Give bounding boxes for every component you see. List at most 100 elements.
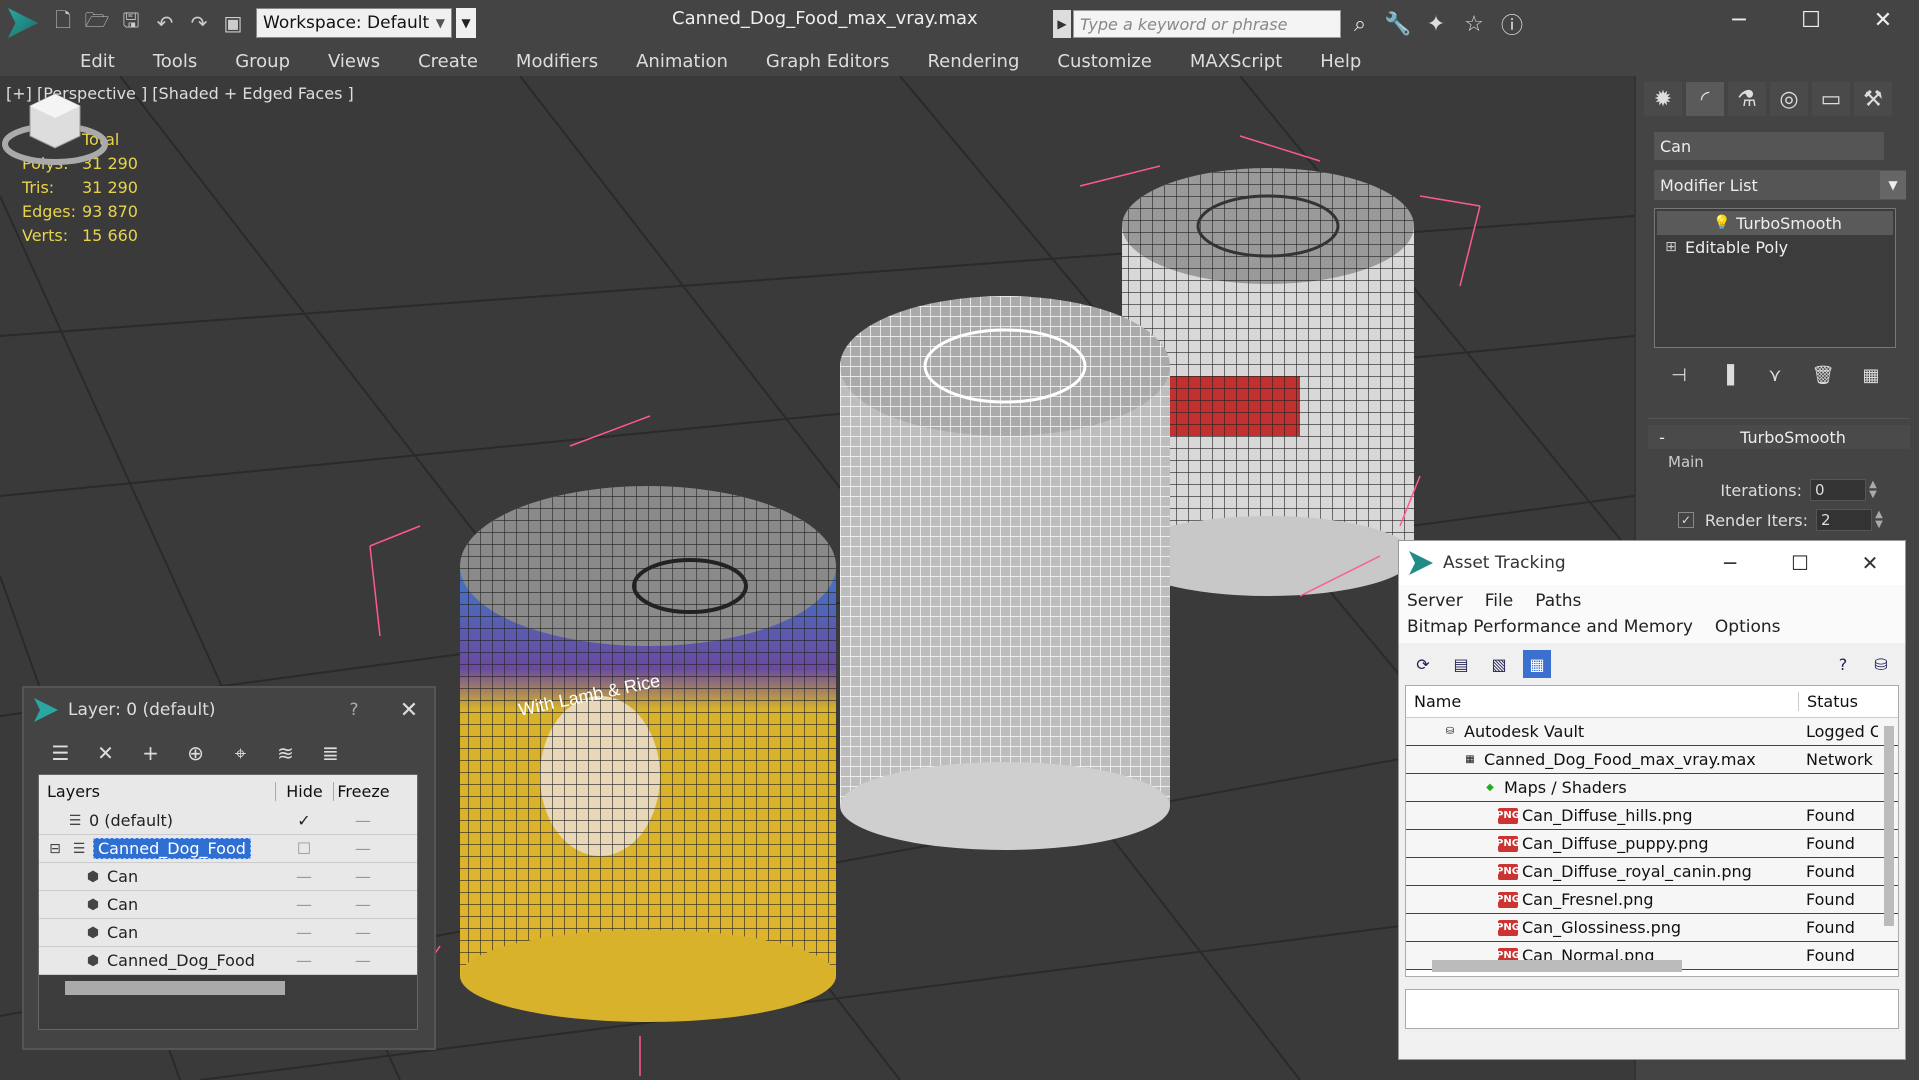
stack-item-editable-poly[interactable]: ⊞ Editable Poly	[1657, 235, 1893, 259]
layer-row[interactable]: ⬢ Can — —	[39, 919, 417, 947]
search-input[interactable]: Type a keyword or phrase	[1073, 10, 1341, 38]
freeze-toggle[interactable]: —	[333, 895, 393, 914]
open-file-icon[interactable]: 🗁	[80, 6, 114, 40]
lightbulb-icon[interactable]: 💡	[1708, 215, 1736, 231]
menu-views[interactable]: Views	[328, 51, 380, 72]
expand-plus-icon[interactable]: ⊞	[1657, 239, 1685, 255]
column-header-layers[interactable]: Layers	[39, 782, 275, 801]
menu-rendering[interactable]: Rendering	[927, 51, 1019, 72]
add-layer-icon[interactable]: +	[134, 738, 167, 768]
workspace-dropdown[interactable]: Workspace: Default ▼	[256, 8, 452, 38]
menu-create[interactable]: Create	[418, 51, 478, 72]
motion-tab-icon[interactable]: ◎	[1770, 82, 1808, 116]
menu-maxscript[interactable]: MAXScript	[1190, 51, 1282, 72]
expand-icon[interactable]: ⊟	[45, 841, 65, 857]
asset-row[interactable]: PNG Can_Glossiness.png Found	[1406, 914, 1898, 942]
layer-row[interactable]: ⊟ ☰ Canned_Dog_Food ☐ —	[39, 835, 417, 863]
stack-item-turbosmooth[interactable]: 💡 TurboSmooth	[1657, 211, 1893, 235]
list-view-icon[interactable]: ▤	[1447, 650, 1475, 678]
hierarchy-tab-icon[interactable]: ⚗	[1728, 82, 1766, 116]
new-file-icon[interactable]: 🗋	[46, 6, 80, 40]
vault-icon[interactable]: ⛁	[1867, 650, 1895, 678]
maximize-icon[interactable]: ☐	[1765, 551, 1835, 575]
help-icon[interactable]: ?	[1829, 650, 1857, 678]
layer-options-icon[interactable]: ≣	[314, 738, 347, 768]
minimize-icon[interactable]: ─	[1695, 551, 1765, 575]
make-unique-icon[interactable]: ⋎	[1756, 360, 1794, 390]
app-logo-icon[interactable]	[0, 0, 46, 46]
menu-graph-editors[interactable]: Graph Editors	[766, 51, 890, 72]
menu-group[interactable]: Group	[235, 51, 290, 72]
menu-edit[interactable]: Edit	[80, 51, 115, 72]
maximize-icon[interactable]: ☐	[1775, 0, 1847, 40]
menu-modifiers[interactable]: Modifiers	[516, 51, 598, 72]
save-icon[interactable]: 🖫	[114, 6, 148, 40]
close-icon[interactable]: ✕	[384, 698, 434, 723]
freeze-toggle[interactable]: —	[333, 839, 393, 858]
asset-row[interactable]: PNG Can_Diffuse_royal_canin.png Found	[1406, 858, 1898, 886]
search-expand-button[interactable]: ▶	[1053, 10, 1071, 38]
spinner-icon[interactable]: ▲ ▼	[1872, 510, 1886, 530]
spinner-icon[interactable]: ▲ ▼	[1866, 480, 1880, 500]
column-header-name[interactable]: Name	[1406, 692, 1798, 711]
undo-icon[interactable]: ↶	[148, 6, 182, 40]
column-header-freeze[interactable]: Freeze	[333, 781, 393, 801]
help-button[interactable]: ?	[324, 700, 384, 720]
menu-server[interactable]: Server	[1407, 591, 1463, 615]
menu-help[interactable]: Help	[1320, 51, 1361, 72]
close-icon[interactable]: ✕	[1847, 0, 1919, 40]
pin-stack-icon[interactable]: ⊣	[1660, 360, 1698, 390]
hide-toggle[interactable]: —	[275, 923, 333, 942]
horizontal-scrollbar[interactable]	[1432, 960, 1682, 972]
can-front[interactable]	[460, 486, 836, 1022]
horizontal-scrollbar[interactable]	[65, 981, 285, 995]
modifier-list-dropdown[interactable]: Modifier List ▼	[1654, 170, 1906, 200]
asset-row[interactable]: PNG Can_Diffuse_hills.png Found	[1406, 802, 1898, 830]
asset-row[interactable]: PNG Can_Fresnel.png Found	[1406, 886, 1898, 914]
add-to-layer-icon[interactable]: ⊕	[179, 738, 212, 768]
current-layer-check-icon[interactable]: ✓	[275, 811, 333, 830]
asset-row[interactable]: ⛁ Autodesk Vault Logged O	[1406, 718, 1898, 746]
object-name-field[interactable]: Can	[1654, 132, 1884, 160]
asset-path-field[interactable]	[1405, 989, 1899, 1029]
help-icon[interactable]: ⓘ	[1496, 8, 1528, 40]
modify-tab-icon[interactable]: ◜	[1686, 82, 1724, 116]
utilities-tab-icon[interactable]: ⚒	[1854, 82, 1892, 116]
column-header-status[interactable]: Status	[1798, 692, 1878, 711]
menu-animation[interactable]: Animation	[636, 51, 728, 72]
menu-tools[interactable]: Tools	[153, 51, 197, 72]
select-in-layer-icon[interactable]: ⌖	[224, 738, 257, 768]
menu-customize[interactable]: Customize	[1057, 51, 1151, 72]
set-current-layer-icon[interactable]: ≋	[269, 738, 302, 768]
project-folder-icon[interactable]: ▣	[216, 6, 250, 40]
wrench-icon[interactable]: 🔧	[1382, 8, 1414, 40]
freeze-toggle[interactable]: —	[333, 951, 393, 970]
hide-toggle[interactable]: ☐	[275, 839, 333, 858]
redo-icon[interactable]: ↷	[182, 6, 216, 40]
asset-row[interactable]: PNG Can_Diffuse_puppy.png Found	[1406, 830, 1898, 858]
display-tab-icon[interactable]: ▭	[1812, 82, 1850, 116]
thumbnail-view-icon[interactable]: ▧	[1485, 650, 1513, 678]
configure-sets-icon[interactable]: ▦	[1852, 360, 1890, 390]
asset-row[interactable]: ▦ Canned_Dog_Food_max_vray.max Network	[1406, 746, 1898, 774]
layer-row[interactable]: ⬢ Canned_Dog_Food — —	[39, 947, 417, 975]
column-header-hide[interactable]: Hide	[275, 781, 333, 801]
rollout-header[interactable]: - TurboSmooth	[1648, 425, 1910, 449]
menu-file[interactable]: File	[1485, 591, 1513, 615]
freeze-toggle[interactable]: —	[333, 867, 393, 886]
binoculars-icon[interactable]: ⌕	[1344, 8, 1376, 40]
table-view-icon[interactable]: ▦	[1523, 650, 1551, 678]
hide-toggle[interactable]: —	[275, 951, 333, 970]
vertical-scrollbar[interactable]	[1884, 726, 1894, 926]
can-middle[interactable]	[840, 296, 1170, 850]
show-end-result-icon[interactable]: ▐	[1708, 360, 1746, 390]
workspace-menu-button[interactable]: ▼	[456, 8, 476, 38]
minimize-icon[interactable]: ─	[1703, 0, 1775, 40]
remove-modifier-icon[interactable]: 🗑	[1804, 360, 1842, 390]
render-iters-input[interactable]: 2	[1816, 509, 1872, 531]
create-tab-icon[interactable]: ✹	[1644, 82, 1682, 116]
asset-window-titlebar[interactable]: Asset Tracking ─ ☐ ✕	[1399, 541, 1905, 585]
layer-settings-icon[interactable]: ☰	[44, 738, 77, 768]
delete-layer-icon[interactable]: ✕	[89, 738, 122, 768]
close-icon[interactable]: ✕	[1835, 551, 1905, 575]
